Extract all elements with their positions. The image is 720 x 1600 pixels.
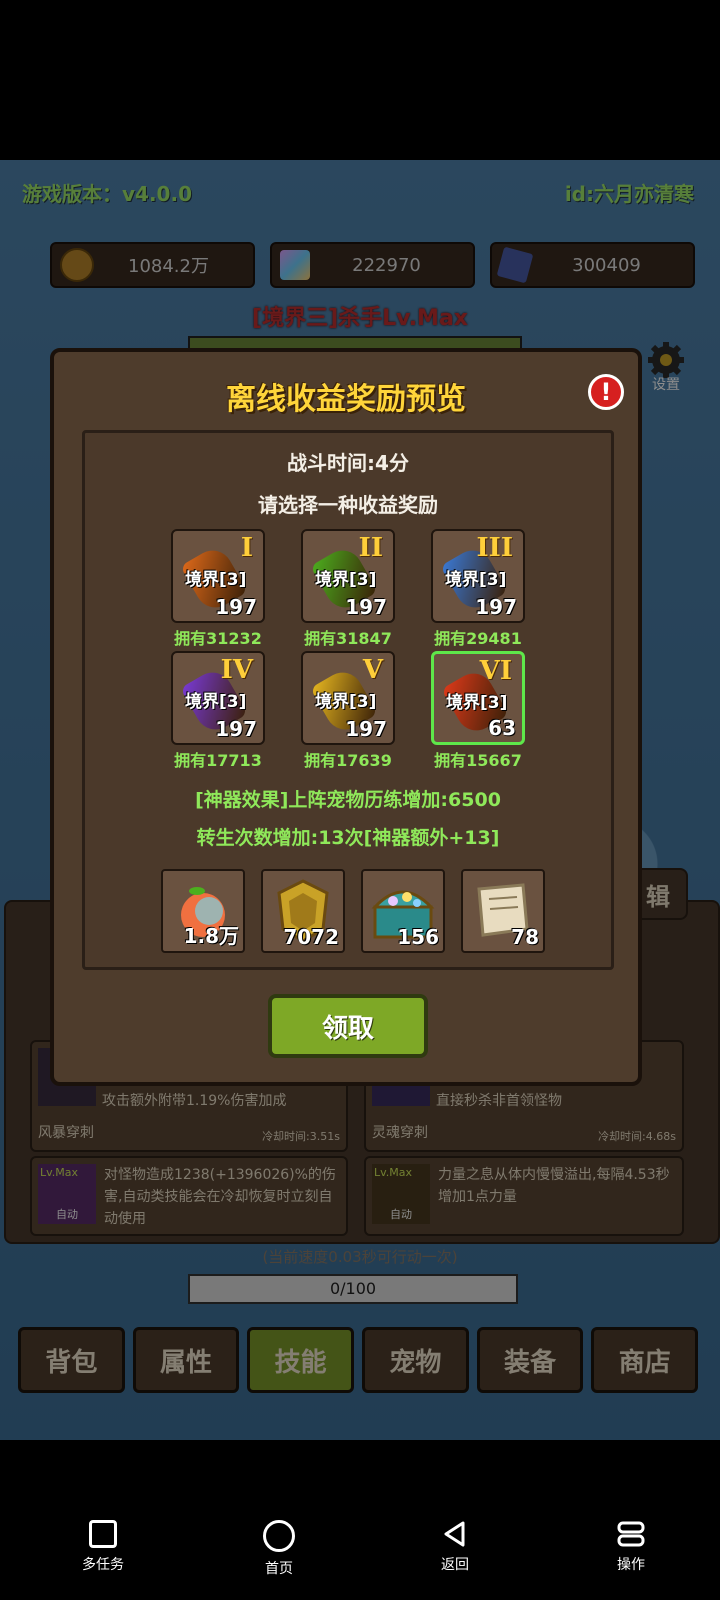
nav-home-button[interactable]: 首页	[234, 1520, 324, 1578]
artifact-count: 63	[488, 716, 516, 740]
close-button[interactable]: !	[588, 374, 624, 410]
offline-reward-dialog: 离线收益奖励预览 ! 战斗时间:4分 请选择一种收益奖励 I 境界[3] 197 拥有…	[50, 348, 642, 1086]
artifact-owned: 拥有15667	[434, 751, 522, 770]
artifact-owned: 拥有31232	[174, 629, 262, 648]
artifact-owned: 拥有31847	[304, 629, 392, 648]
artifact-roman: VI	[479, 656, 512, 686]
game-screen: 游戏版本：v4.0.0 id:六月亦清寒 1084.2万 222970 3004…	[0, 160, 720, 1440]
nav-home-label: 首页	[265, 1561, 293, 1577]
dialog-title: 离线收益奖励预览	[226, 382, 466, 417]
artifact-roman: III	[476, 533, 514, 563]
artifact-option[interactable]: IV 境界[3] 197	[171, 651, 265, 745]
artifact-realm: 境界[3]	[315, 692, 377, 712]
battle-time: 战斗时间:4分	[287, 451, 409, 475]
artifact-count: 197	[215, 717, 257, 741]
nav-back-label: 返回	[441, 1557, 469, 1573]
artifact-count: 197	[215, 595, 257, 619]
artifact-count: 197	[475, 595, 517, 619]
item-count: 156	[397, 925, 439, 949]
reward-item-badge: 7072	[261, 869, 345, 953]
artifact-option[interactable]: II 境界[3] 197	[301, 529, 395, 623]
rebirth-bonus: 转生次数增加:13次[神器额外+13]	[196, 827, 500, 849]
artifact-realm: 境界[3]	[445, 570, 507, 590]
artifact-realm: 境界[3]	[446, 693, 508, 713]
artifact-roman: I	[240, 533, 253, 563]
artifact-owned: 拥有17713	[174, 751, 262, 770]
artifact-realm: 境界[3]	[185, 570, 247, 590]
artifact-realm: 境界[3]	[185, 692, 247, 712]
circle-icon	[263, 1520, 295, 1552]
claim-button[interactable]: 领取	[268, 994, 428, 1058]
reward-item-peach: 1.8万	[161, 869, 245, 953]
reward-panel: 战斗时间:4分 请选择一种收益奖励 I 境界[3] 197 拥有31232 II 境界[3…	[82, 430, 614, 970]
nav-multitask-label: 多任务	[82, 1557, 124, 1573]
item-count: 7072	[283, 925, 339, 949]
reward-item-chest: 156	[361, 869, 445, 953]
artifact-owned: 拥有17639	[304, 751, 392, 770]
artifact-option[interactable]: I 境界[3] 197	[171, 529, 265, 623]
artifact-option[interactable]: V 境界[3] 197	[301, 651, 395, 745]
nav-back-button[interactable]: 返回	[410, 1520, 500, 1574]
artifact-roman: V	[362, 655, 383, 685]
nav-menu-button[interactable]: 操作	[586, 1520, 676, 1574]
artifact-roman: IV	[220, 655, 253, 685]
artifact-owned: 拥有29481	[434, 629, 522, 648]
artifact-option[interactable]: III 境界[3] 197	[431, 529, 525, 623]
nav-menu-label: 操作	[617, 1557, 645, 1573]
artifact-count: 197	[345, 595, 387, 619]
back-triangle-icon	[444, 1521, 465, 1547]
artifact-realm: 境界[3]	[315, 570, 377, 590]
nav-multitask-button[interactable]: 多任务	[58, 1520, 148, 1574]
choose-prompt: 请选择一种收益奖励	[258, 493, 438, 517]
artifact-count: 197	[345, 717, 387, 741]
artifact-option[interactable]: VI 境界[3] 63	[431, 651, 525, 745]
item-count: 78	[511, 925, 539, 949]
artifact-effect: [神器效果]上阵宠物历练增加:6500	[195, 789, 501, 811]
item-count: 1.8万	[183, 924, 239, 948]
artifact-roman: II	[358, 533, 383, 563]
menu-icon	[617, 1521, 645, 1547]
square-icon	[89, 1520, 117, 1548]
reward-item-scroll: 78	[461, 869, 545, 953]
